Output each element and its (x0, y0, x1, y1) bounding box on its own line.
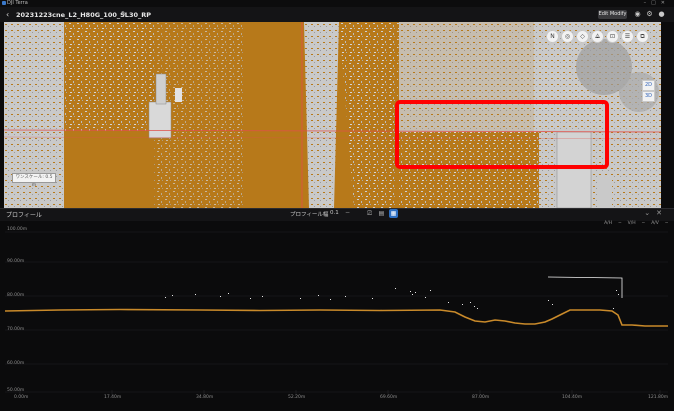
profile-icon[interactable]: ▦ (389, 209, 398, 218)
globe-icon[interactable]: ◎ (561, 30, 574, 43)
profile-chart[interactable] (0, 220, 674, 400)
camera-icon[interactable]: ◉ (633, 10, 642, 19)
app-name: DJI Terra (7, 0, 28, 6)
list-icon[interactable]: ☰ (621, 30, 634, 43)
north-icon[interactable]: N (546, 30, 559, 43)
scale-label: ワンスケール: 0.5 m (12, 173, 56, 188)
y-tick: 50.00m (7, 388, 25, 393)
user-icon[interactable]: ● (657, 10, 666, 19)
profile-width-label: プロフィール幅 (290, 212, 329, 218)
window-controls[interactable]: –□✕ (644, 0, 670, 7)
x-tick: 17.40m (104, 395, 122, 400)
x-tick: 87.00m (472, 395, 490, 400)
y-tick: 70.00m (7, 327, 25, 332)
back-button[interactable]: ‹ (6, 10, 9, 19)
maximize-button[interactable]: □ (651, 0, 661, 6)
collapse-icon[interactable]: ⌄ (644, 209, 656, 217)
screenshot-icon[interactable]: ⊡ (606, 30, 619, 43)
x-tick: 121.80m (648, 395, 669, 400)
close-button[interactable]: ✕ (661, 0, 670, 6)
edit-modify-button[interactable]: Edit Modify (598, 10, 627, 19)
y-tick: 80.00m (7, 293, 25, 298)
y-tick: 90.00m (7, 259, 25, 264)
minimize-button[interactable]: – (644, 0, 652, 6)
x-tick: 104.40m (562, 395, 583, 400)
point-cloud-render (4, 22, 661, 208)
y-tick: 60.00m (7, 361, 25, 366)
point-cloud-viewport[interactable]: N ◎ ◇ ⟁ ⊡ ☰ ⧉ 2D 3D (4, 22, 661, 208)
y-tick: 100.00m (7, 227, 28, 232)
location-icon[interactable]: ◇ (576, 30, 589, 43)
close-icon[interactable]: ✕ (656, 209, 668, 217)
view-3d-button[interactable]: 3D (642, 91, 655, 102)
layers-icon[interactable]: ⧉ (636, 30, 649, 43)
measure-icon[interactable]: ⟁ (591, 30, 604, 43)
profile-width-value[interactable]: 0.1 (330, 210, 339, 216)
gear-icon[interactable]: ⚙ (645, 10, 654, 19)
x-tick: 0.00m (14, 395, 29, 400)
profile-title: プロフィール (6, 212, 42, 219)
profile-width-decrement[interactable]: − (345, 209, 350, 216)
panel-controls[interactable]: ⌄✕ (644, 209, 668, 217)
file-title: 20231223cne_L2_H80G_100_SL30_RP (16, 11, 152, 19)
x-tick: 69.60m (380, 395, 398, 400)
fit-icon[interactable]: ⎚ (365, 209, 374, 218)
layers-icon[interactable]: ▤ (377, 209, 386, 218)
window-titlebar (0, 0, 674, 7)
x-tick: 34.80m (196, 395, 214, 400)
view-2d-button[interactable]: 2D (642, 80, 655, 91)
pencil-icon[interactable]: ✎ (121, 10, 127, 18)
x-tick: 52.20m (288, 395, 306, 400)
app-logo (2, 1, 6, 5)
